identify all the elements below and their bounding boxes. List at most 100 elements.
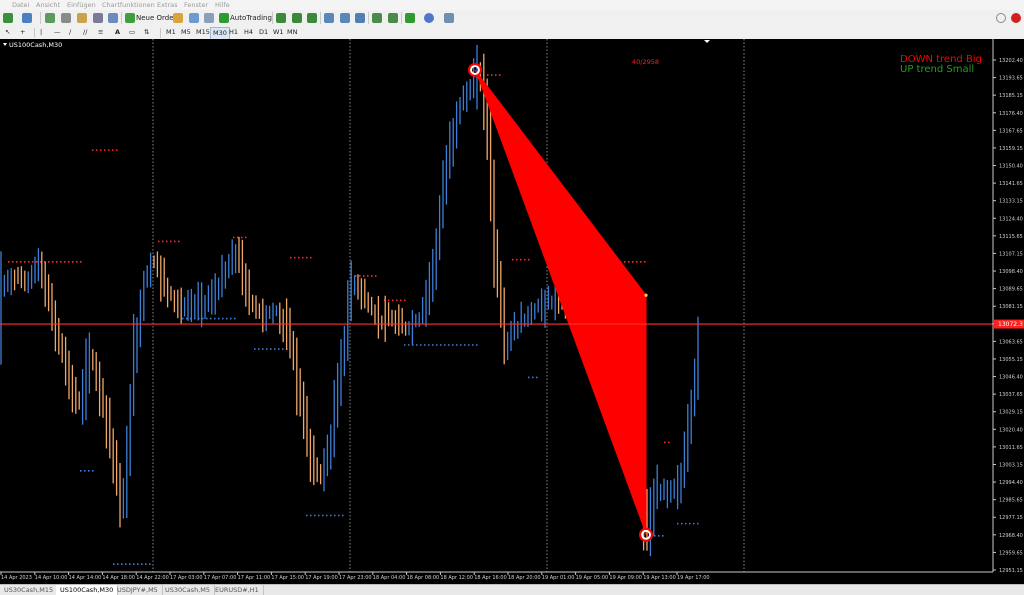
price-tick-label: 12959.65 bbox=[999, 550, 1023, 556]
price-tick-label: 13167.65 bbox=[999, 128, 1023, 134]
time-tick-label: 17 Apr 23:00 bbox=[339, 575, 372, 581]
market-watch-icon[interactable] bbox=[45, 13, 55, 23]
autoscroll-icon[interactable] bbox=[388, 13, 398, 23]
fibonacci-icon[interactable]: ≡ bbox=[96, 27, 105, 38]
price-tick-label: 13089.65 bbox=[999, 287, 1023, 293]
time-tick-label: 19 Apr 09:00 bbox=[609, 575, 642, 581]
price-tick-label: 13159.15 bbox=[999, 146, 1023, 152]
time-tick-label: 19 Apr 17:00 bbox=[677, 575, 710, 581]
indicators-icon[interactable] bbox=[405, 13, 415, 23]
timeframe-mn[interactable]: MN bbox=[285, 27, 299, 38]
price-tick-label: 13063.65 bbox=[999, 339, 1023, 345]
pattern-point-c bbox=[644, 293, 648, 297]
menu-item-datei[interactable]: Datei bbox=[12, 1, 29, 9]
notification-icon[interactable] bbox=[1011, 13, 1021, 23]
menu-item-extras[interactable]: Extras bbox=[157, 1, 178, 9]
time-tick-label: 17 Apr 07:00 bbox=[204, 575, 237, 581]
time-tick-label: 18 Apr 08:00 bbox=[407, 575, 440, 581]
data-window-icon[interactable] bbox=[61, 13, 71, 23]
time-tick-label: 14 Apr 2023 bbox=[1, 575, 32, 581]
timeframe-w1[interactable]: W1 bbox=[271, 27, 286, 38]
timeframe-h4[interactable]: H4 bbox=[242, 27, 255, 38]
signals-icon[interactable] bbox=[189, 13, 199, 23]
autotrading-icon bbox=[219, 13, 229, 23]
timeframe-h1[interactable]: H1 bbox=[227, 27, 240, 38]
new-order-button[interactable]: Neue Order bbox=[136, 12, 176, 24]
chart-symbol-label: US100Cash,M30 bbox=[9, 41, 62, 49]
chart-shift-icon[interactable] bbox=[372, 13, 382, 23]
candlestick-icon[interactable] bbox=[292, 13, 302, 23]
price-tick-label: 12985.65 bbox=[999, 498, 1023, 504]
tile-windows-icon[interactable] bbox=[355, 13, 365, 23]
arrows-icon[interactable]: ⇅ bbox=[142, 27, 151, 38]
standard-toolbar: Neue Order AutoTrading bbox=[0, 10, 1024, 27]
price-tick-label: 12994.40 bbox=[999, 480, 1023, 486]
price-tick-label: 13202.40 bbox=[999, 58, 1023, 64]
search-icon[interactable] bbox=[996, 13, 1006, 23]
price-tick-label: 13098.40 bbox=[999, 269, 1023, 275]
price-tick-label: 13193.65 bbox=[999, 76, 1023, 82]
price-tick-label: 13011.65 bbox=[999, 445, 1023, 451]
price-tick-label: 13081.15 bbox=[999, 304, 1023, 310]
text-icon[interactable]: A bbox=[113, 27, 122, 38]
price-tick-label: 13124.40 bbox=[999, 216, 1023, 222]
strategy-tester-icon[interactable] bbox=[108, 13, 118, 23]
time-tick-label: 14 Apr 10:00 bbox=[35, 575, 68, 581]
equidistant-channel-icon[interactable]: // bbox=[81, 27, 89, 38]
price-tick-label: 13176.40 bbox=[999, 111, 1023, 117]
vps-icon[interactable] bbox=[204, 13, 214, 23]
time-tick-label: 14 Apr 14:00 bbox=[69, 575, 102, 581]
timeframe-d1[interactable]: D1 bbox=[257, 27, 270, 38]
bar-chart-icon[interactable] bbox=[276, 13, 286, 23]
menu-item-fenster[interactable]: Fenster bbox=[184, 1, 208, 9]
time-tick-label: 19 Apr 01:00 bbox=[542, 575, 575, 581]
time-tick-label: 17 Apr 11:00 bbox=[238, 575, 271, 581]
chart-window[interactable]: 13202.40 13193.65 13185.15 13176.40 13167.65… bbox=[0, 39, 1024, 584]
menu-item-chartfunktionen[interactable]: Chartfunktionen bbox=[102, 1, 155, 9]
current-price-label: 13072.3 bbox=[998, 321, 1023, 328]
price-tick-label: 12951.15 bbox=[999, 568, 1023, 574]
time-tick-label: 18 Apr 16:00 bbox=[474, 575, 507, 581]
menu-bar: Datei Ansicht Einfügen Chartfunktionen E… bbox=[0, 0, 1024, 10]
cursor-icon[interactable]: ↖ bbox=[3, 27, 12, 38]
time-tick-label: 17 Apr 03:00 bbox=[170, 575, 203, 581]
time-tick-label: 19 Apr 05:00 bbox=[576, 575, 609, 581]
autotrading-button[interactable]: AutoTrading bbox=[230, 12, 272, 24]
time-tick-label: 17 Apr 15:00 bbox=[271, 575, 304, 581]
text-label-icon[interactable]: ▭ bbox=[127, 27, 137, 38]
time-tick-label: 17 Apr 19:00 bbox=[305, 575, 338, 581]
pattern-ratio-label: 40/2958 bbox=[632, 58, 659, 66]
crosshair-icon[interactable]: + bbox=[18, 27, 27, 38]
price-tick-label: 13020.40 bbox=[999, 427, 1023, 433]
menu-item-hilfe[interactable]: Hilfe bbox=[215, 1, 230, 9]
horizontal-line-icon[interactable]: — bbox=[52, 27, 63, 38]
navigator-icon[interactable] bbox=[77, 13, 87, 23]
trendline-icon[interactable]: / bbox=[67, 27, 73, 38]
periods-icon[interactable] bbox=[424, 13, 434, 23]
price-tick-label: 13185.15 bbox=[999, 93, 1023, 99]
metaeditor-icon[interactable] bbox=[173, 13, 183, 23]
vertical-line-icon[interactable]: | bbox=[38, 27, 44, 38]
legend-up-trend: UP trend Small bbox=[900, 64, 974, 75]
price-tick-label: 13107.15 bbox=[999, 251, 1023, 257]
price-tick-label: 13046.40 bbox=[999, 375, 1023, 381]
zoom-in-icon[interactable] bbox=[324, 13, 334, 23]
timeframe-m1[interactable]: M1 bbox=[164, 27, 178, 38]
profiles-icon[interactable] bbox=[22, 13, 32, 23]
time-tick-label: 18 Apr 04:00 bbox=[373, 575, 406, 581]
price-tick-label: 13133.15 bbox=[999, 199, 1023, 205]
zoom-out-icon[interactable] bbox=[340, 13, 350, 23]
templates-icon[interactable] bbox=[444, 13, 454, 23]
drawing-toolbar: ↖ + | — / // ≡ A ▭ ⇅ M1 M5 M15 M30 H1 H4… bbox=[0, 26, 1024, 40]
line-chart-icon[interactable] bbox=[307, 13, 317, 23]
new-chart-icon[interactable] bbox=[3, 13, 13, 23]
timeframe-m5[interactable]: M5 bbox=[179, 27, 193, 38]
time-tick-label: 18 Apr 12:00 bbox=[440, 575, 473, 581]
menu-item-einfuegen[interactable]: Einfügen bbox=[67, 1, 96, 9]
time-tick-label: 19 Apr 13:00 bbox=[643, 575, 676, 581]
menu-item-ansicht[interactable]: Ansicht bbox=[36, 1, 60, 9]
time-tick-label: 14 Apr 18:00 bbox=[102, 575, 135, 581]
terminal-icon[interactable] bbox=[93, 13, 103, 23]
price-chart[interactable]: 13202.40 13193.65 13185.15 13176.40 13167.65… bbox=[0, 39, 1024, 584]
price-tick-label: 13029.15 bbox=[999, 410, 1023, 416]
